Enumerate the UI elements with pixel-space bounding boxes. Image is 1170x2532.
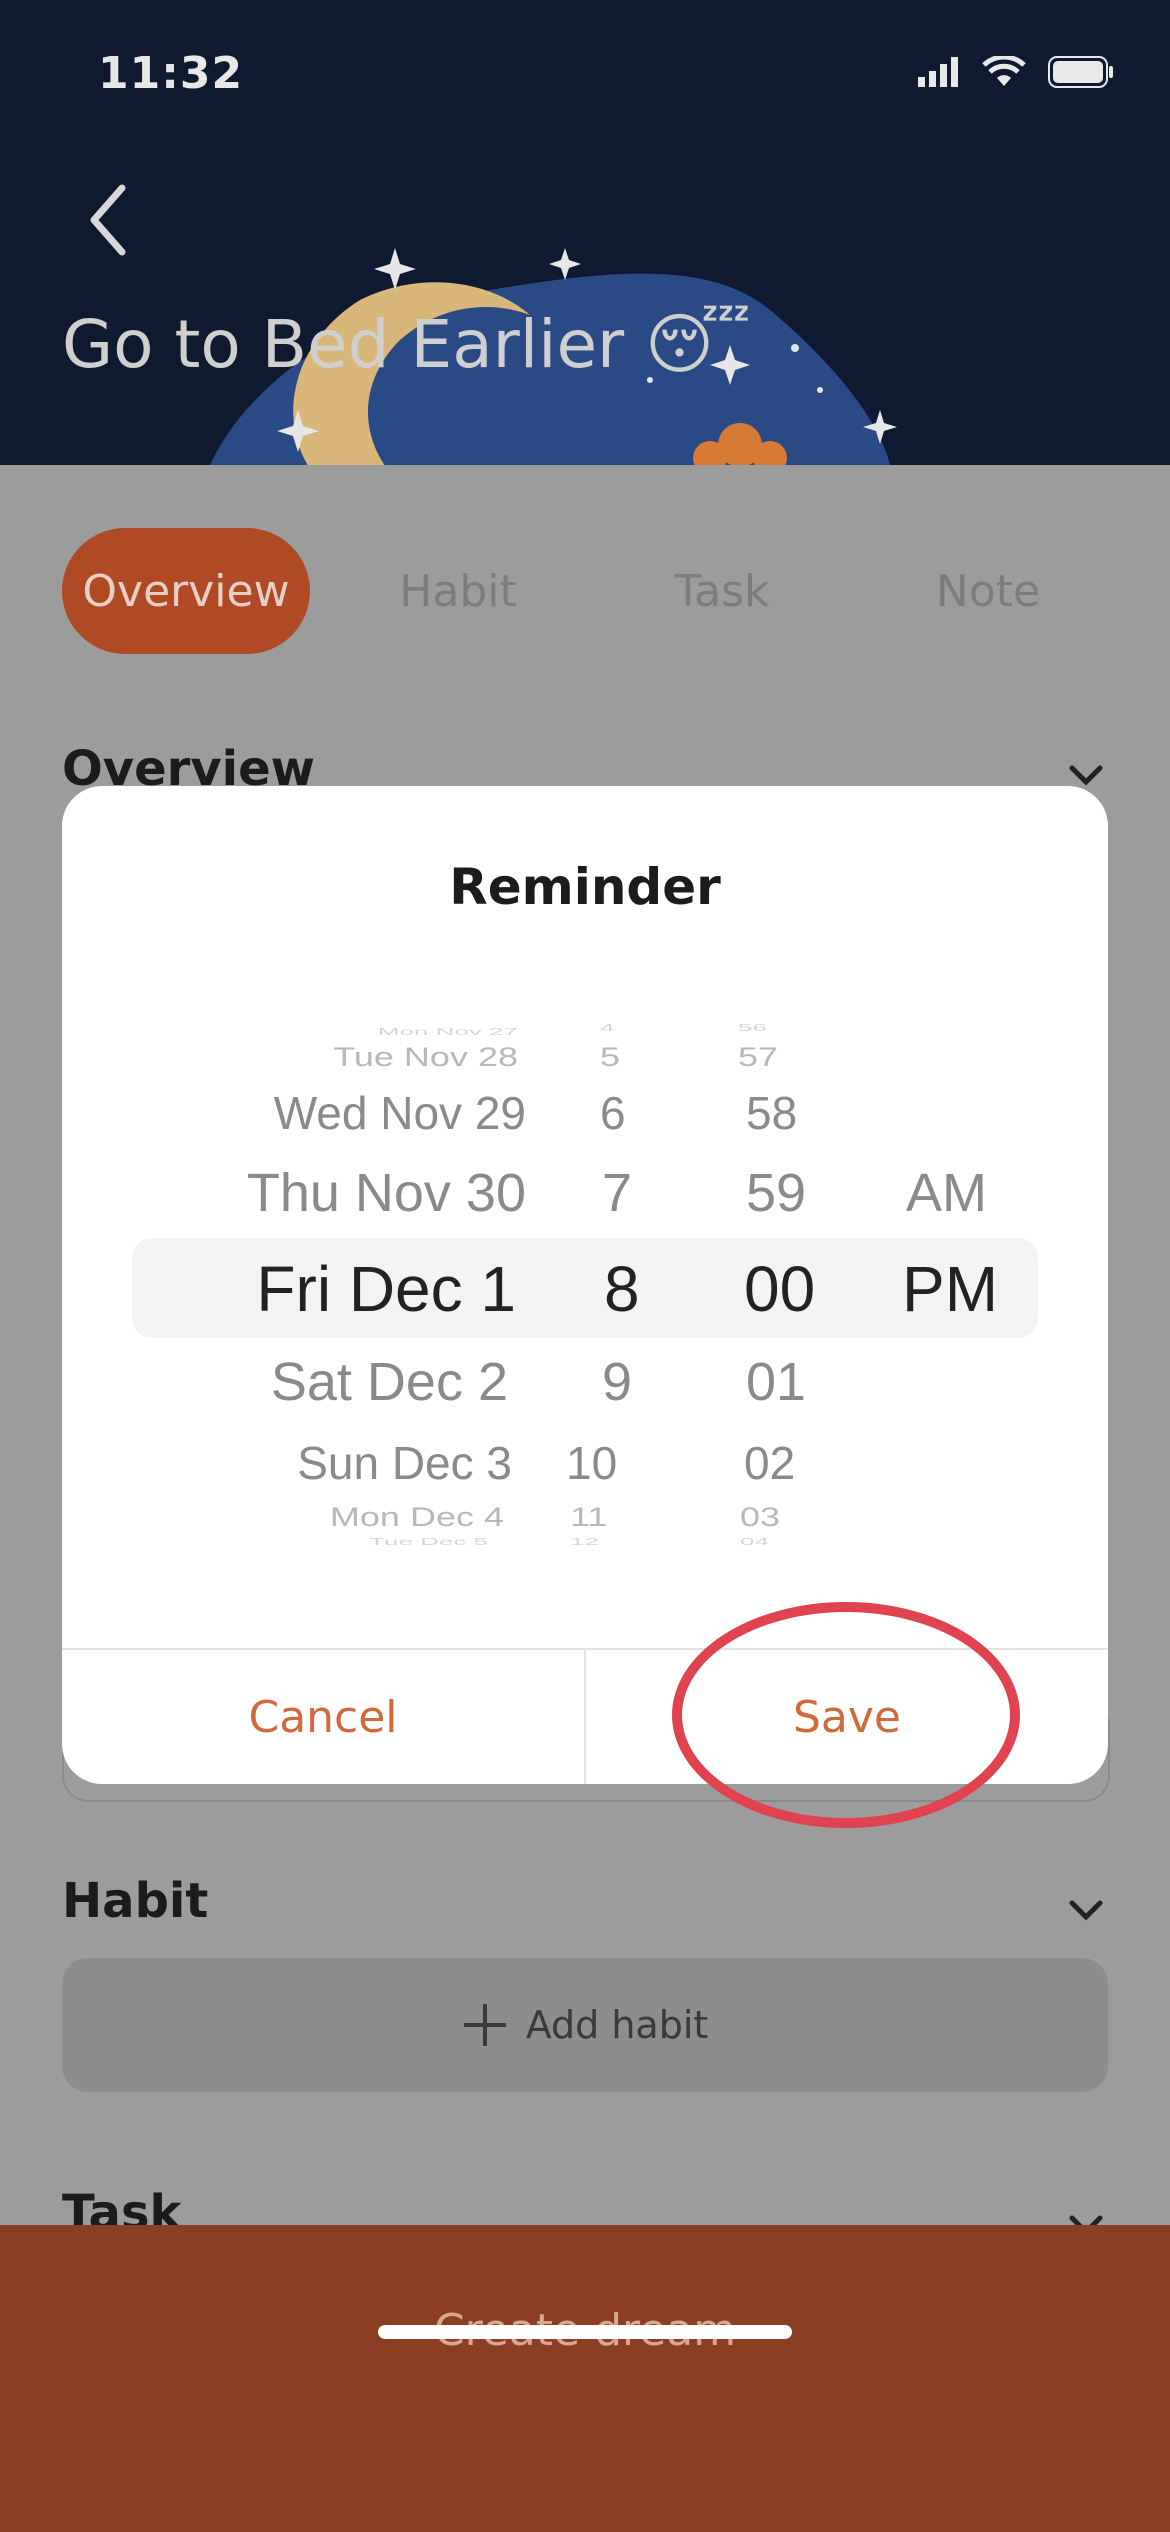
highlight-ring — [672, 1602, 1020, 1828]
cancel-button[interactable]: Cancel — [62, 1650, 584, 1784]
picker-date: Sun Dec 3 — [297, 1437, 512, 1489]
picker-minute: 04 — [740, 1535, 769, 1548]
status-time: 11:32 — [98, 48, 244, 99]
plus-icon — [463, 2004, 506, 2046]
picker-minute: 02 — [744, 1437, 796, 1489]
picker-hour: 4 — [600, 1021, 615, 1034]
create-dream-button[interactable]: Create dream — [0, 2225, 1170, 2532]
picker-date: Wed Nov 29 — [273, 1087, 526, 1139]
picker-hour-selected: 8 — [604, 1253, 640, 1325]
picker-hour: 9 — [602, 1352, 633, 1412]
picker-minute: 59 — [746, 1163, 807, 1223]
picker-minute: 01 — [746, 1352, 807, 1412]
picker-date: Mon Dec 4 — [329, 1501, 504, 1532]
tab-habit[interactable]: Habit — [358, 528, 558, 654]
back-arrow-icon[interactable] — [82, 180, 142, 260]
picker-date: Sat Dec 2 — [270, 1352, 508, 1412]
picker-hour: 10 — [566, 1437, 618, 1489]
picker-date-selected: Fri Dec 1 — [256, 1253, 516, 1325]
picker-ampm-selected: PM — [902, 1253, 998, 1325]
add-habit-label: Add habit — [525, 2003, 709, 2047]
page-title: Go to Bed Earlier 😴 — [62, 306, 752, 383]
picker-minute-selected: 00 — [744, 1253, 816, 1325]
tab-note[interactable]: Note — [888, 528, 1088, 654]
picker-hour: 12 — [570, 1535, 599, 1548]
picker-hour: 6 — [600, 1087, 626, 1139]
signal-icon — [918, 57, 958, 87]
battery-icon — [1048, 56, 1113, 88]
picker-hour: 5 — [600, 1041, 621, 1072]
status-icons — [918, 56, 1114, 88]
picker-minute: 56 — [738, 1021, 767, 1034]
header: 11:32 Go to Bed Earlier 😴 — [0, 0, 1170, 465]
home-indicator — [378, 2325, 792, 2339]
picker-date: Thu Nov 30 — [246, 1163, 526, 1223]
dialog-title: Reminder — [449, 858, 721, 916]
picker-ampm: AM — [906, 1163, 987, 1223]
tab-overview[interactable]: Overview — [62, 528, 310, 654]
picker-date: Mon Nov 27 — [377, 1025, 518, 1038]
section-habit-heading: Habit — [62, 1873, 209, 1929]
picker-date: Tue Dec 5 — [369, 1535, 488, 1548]
picker-minute: 03 — [740, 1501, 781, 1532]
picker-minute: 57 — [738, 1041, 779, 1072]
picker-hour: 11 — [570, 1501, 608, 1532]
picker-minute: 58 — [746, 1087, 798, 1139]
picker-hour: 7 — [602, 1163, 633, 1223]
wifi-icon — [982, 56, 1026, 86]
chevron-down-icon[interactable] — [1066, 1895, 1106, 1925]
tab-task[interactable]: Task — [622, 528, 822, 654]
picker-date: Tue Nov 28 — [333, 1041, 518, 1072]
tab-bar: Overview Habit Task Note — [62, 528, 1108, 654]
add-habit-button[interactable]: Add habit — [62, 1958, 1108, 2092]
